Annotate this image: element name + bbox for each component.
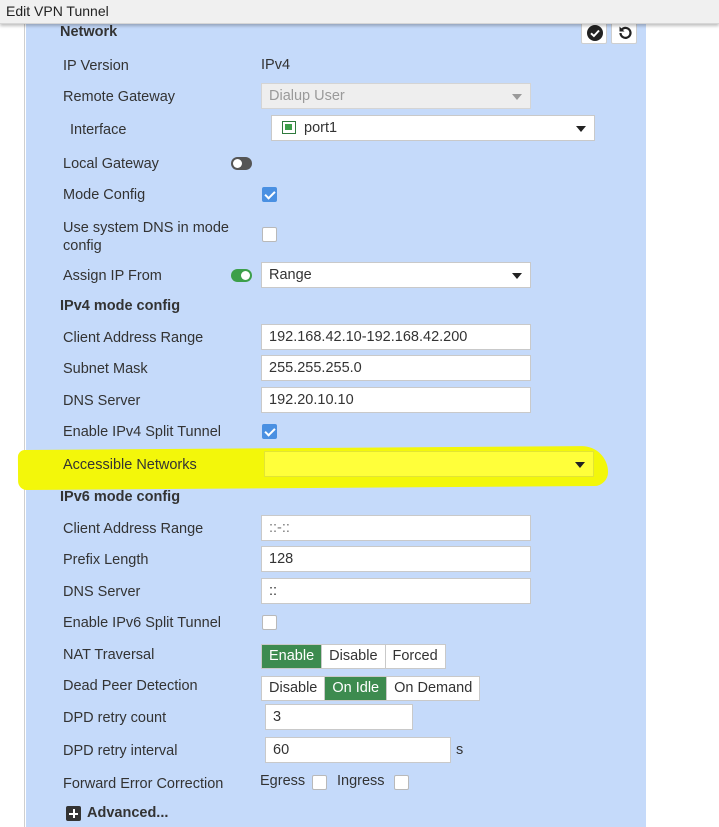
- ipv6-client-range-label: Client Address Range: [63, 521, 204, 537]
- nat-traversal-label: NAT Traversal: [63, 647, 155, 663]
- dead-peer-detection-segmented: Disable On Idle On Demand: [261, 676, 481, 701]
- subnet-mask-input[interactable]: 255.255.255.0: [261, 355, 531, 381]
- ipv4-split-tunnel-checkbox[interactable]: [262, 424, 277, 439]
- mode-config-label: Mode Config: [63, 187, 146, 203]
- dpd-disable-option[interactable]: Disable: [262, 677, 324, 700]
- ipv6-dns-server-label: DNS Server: [63, 584, 141, 600]
- ipv4-split-tunnel-label: Enable IPv4 Split Tunnel: [63, 424, 221, 440]
- advanced-toggle[interactable]: Advanced...: [66, 805, 186, 825]
- interface-label: Interface: [70, 122, 127, 138]
- dead-peer-detection-label: Dead Peer Detection: [63, 678, 198, 694]
- interface-value: port1: [304, 120, 338, 136]
- dpd-on-demand-option[interactable]: On Demand: [386, 677, 479, 700]
- interface-select[interactable]: port1: [271, 115, 595, 141]
- ipv6-client-range-input[interactable]: ::-::: [261, 515, 531, 541]
- chevron-down-icon: [576, 126, 586, 132]
- plus-square-icon: [66, 806, 81, 821]
- ipv6-dns-server-input[interactable]: ::: [261, 578, 531, 604]
- check-circle-icon: [587, 25, 603, 41]
- dpd-on-idle-option[interactable]: On Idle: [324, 677, 387, 700]
- chevron-down-icon: [512, 94, 522, 100]
- ipv4-section-title: IPv4 mode config: [60, 298, 181, 314]
- prefix-length-input[interactable]: 128: [261, 546, 531, 572]
- advanced-label: Advanced...: [87, 805, 169, 821]
- ipv4-client-range-label: Client Address Range: [63, 330, 204, 346]
- ip-version-label: IP Version: [63, 58, 129, 74]
- local-gateway-toggle[interactable]: [231, 157, 252, 170]
- nat-traversal-forced-option[interactable]: Forced: [384, 645, 445, 668]
- ipv6-section-title: IPv6 mode config: [60, 489, 181, 505]
- accessible-networks-label: Accessible Networks: [63, 457, 197, 473]
- remote-gateway-select[interactable]: Dialup User: [261, 83, 531, 109]
- accessible-networks-select[interactable]: [264, 451, 594, 477]
- ipv4-dns-server-input[interactable]: 192.20.10.10: [261, 387, 531, 413]
- prefix-length-label: Prefix Length: [63, 552, 149, 568]
- dpd-retry-interval-input[interactable]: 60: [265, 737, 451, 763]
- use-system-dns-checkbox[interactable]: [262, 227, 277, 242]
- local-gateway-label: Local Gateway: [63, 156, 159, 172]
- assign-ip-from-toggle[interactable]: [231, 269, 252, 282]
- use-system-dns-label: Use system DNS in mode config: [63, 220, 229, 254]
- dpd-retry-interval-label: DPD retry interval: [63, 743, 178, 759]
- dpd-retry-count-input[interactable]: 3: [265, 704, 413, 730]
- assign-ip-from-select[interactable]: Range: [261, 262, 531, 288]
- network-section-title: Network: [60, 24, 118, 40]
- network-panel: Network IP Version IPv4 Remote Gateway D…: [17, 20, 646, 827]
- chevron-down-icon: [512, 273, 522, 279]
- nat-traversal-enable-option[interactable]: Enable: [262, 645, 322, 668]
- nat-traversal-disable-option[interactable]: Disable: [321, 645, 384, 668]
- chevron-down-icon: [575, 462, 585, 468]
- ip-version-value: IPv4: [261, 57, 291, 73]
- window-title: Edit VPN Tunnel: [0, 0, 719, 24]
- fec-ingress-checkbox[interactable]: [394, 775, 409, 790]
- assign-ip-from-value: Range: [269, 267, 312, 283]
- undo-icon: [619, 26, 632, 39]
- ipv4-client-range-input[interactable]: 192.168.42.10-192.168.42.200: [261, 324, 531, 350]
- subnet-mask-label: Subnet Mask: [63, 361, 148, 377]
- dpd-retry-count-label: DPD retry count: [63, 710, 167, 726]
- fec-egress-checkbox[interactable]: [312, 775, 327, 790]
- fec-ingress-label: Ingress: [337, 773, 385, 789]
- left-border: [24, 24, 25, 827]
- remote-gateway-value: Dialup User: [269, 88, 345, 104]
- ipv6-split-tunnel-label: Enable IPv6 Split Tunnel: [63, 615, 221, 631]
- ethernet-port-icon: [282, 121, 296, 134]
- ipv4-dns-server-label: DNS Server: [63, 393, 141, 409]
- mode-config-checkbox[interactable]: [262, 187, 277, 202]
- fec-label: Forward Error Correction: [63, 776, 224, 792]
- nat-traversal-segmented: Enable Disable Forced: [261, 644, 446, 669]
- ipv6-split-tunnel-checkbox[interactable]: [262, 615, 277, 630]
- fec-egress-label: Egress: [260, 773, 306, 789]
- dpd-retry-interval-unit: s: [456, 742, 464, 758]
- assign-ip-from-label: Assign IP From: [63, 268, 162, 284]
- remote-gateway-label: Remote Gateway: [63, 89, 176, 105]
